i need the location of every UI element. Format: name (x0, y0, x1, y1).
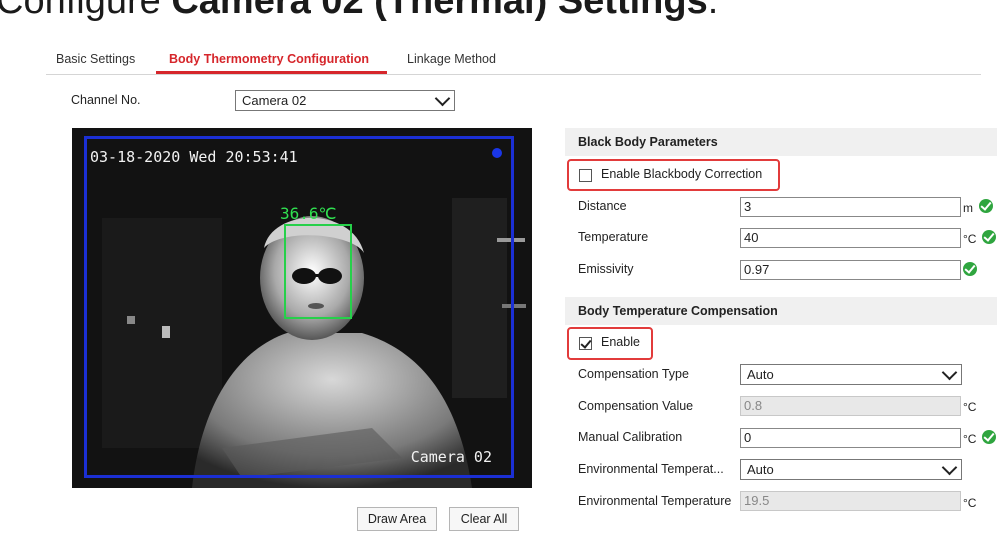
draw-area-button[interactable]: Draw Area (357, 507, 437, 531)
compensation-type-select[interactable]: Auto (740, 364, 962, 385)
temperature-label: Temperature (578, 230, 649, 244)
environmental-temperature-input[interactable]: 19.5 (740, 491, 961, 511)
page-heading: Configure Camera 02 (Thermal) Settings. (0, 0, 718, 23)
manual-calibration-valid-icon (982, 430, 996, 444)
channel-select[interactable]: Camera 02 (235, 90, 455, 111)
compensation-enable-label: Enable (601, 335, 640, 349)
clear-all-button[interactable]: Clear All (449, 507, 519, 531)
environmental-temperature-unit: °C (963, 496, 977, 510)
heading-camera-name: Camera 02 (Thermal) Settings (171, 0, 708, 22)
heading-prefix: Configure (0, 0, 172, 22)
face-temperature-label: 36.6℃ (280, 204, 337, 223)
heading-suffix: . (707, 0, 719, 22)
distance-label: Distance (578, 199, 627, 213)
tab-linkage-method[interactable]: Linkage Method (407, 52, 496, 66)
distance-valid-icon (979, 199, 993, 213)
compensation-type-label: Compensation Type (578, 367, 689, 381)
compensation-section-title: Body Temperature Compensation (578, 304, 778, 318)
tab-bar: Basic Settings Body Thermometry Configur… (46, 46, 981, 75)
compensation-section-header: Body Temperature Compensation (565, 297, 997, 325)
channel-select-value: Camera 02 (242, 93, 307, 108)
thermal-video-preview[interactable]: 03-18-2020 Wed 20:53:41 36.6℃ Camera 02 (72, 128, 532, 488)
blackbody-section-title: Black Body Parameters (578, 135, 718, 149)
chevron-down-icon (941, 364, 958, 381)
manual-calibration-input[interactable]: 0 (740, 428, 961, 448)
environmental-mode-value: Auto (747, 462, 774, 477)
tab-body-thermometry-configuration[interactable]: Body Thermometry Configuration (169, 52, 369, 66)
temperature-valid-icon (982, 230, 996, 244)
temperature-input[interactable]: 40 (740, 228, 961, 248)
face-detection-box (284, 224, 352, 319)
manual-calibration-label: Manual Calibration (578, 430, 683, 444)
video-camera-label: Camera 02 (410, 448, 492, 466)
active-tab-indicator (156, 71, 387, 74)
video-timestamp: 03-18-2020 Wed 20:53:41 (90, 148, 298, 166)
channel-label: Channel No. (71, 93, 141, 107)
compensation-enable-checkbox[interactable] (579, 337, 592, 350)
blackbody-section-header: Black Body Parameters (565, 128, 997, 156)
compensation-type-value: Auto (747, 367, 774, 382)
distance-unit: m (963, 201, 973, 215)
temperature-unit: °C (963, 232, 977, 246)
emissivity-input[interactable]: 0.97 (740, 260, 961, 280)
environmental-mode-select[interactable]: Auto (740, 459, 962, 480)
emissivity-valid-icon (963, 262, 977, 276)
blackbody-enable-label: Enable Blackbody Correction (601, 167, 763, 181)
recording-dot-icon (492, 148, 502, 158)
compensation-value-input[interactable]: 0.8 (740, 396, 961, 416)
emissivity-label: Emissivity (578, 262, 634, 276)
environmental-mode-label: Environmental Temperat... (578, 462, 724, 476)
tab-basic-settings[interactable]: Basic Settings (56, 52, 135, 66)
compensation-value-label: Compensation Value (578, 399, 694, 413)
distance-input[interactable]: 3 (740, 197, 961, 217)
manual-calibration-unit: °C (963, 432, 977, 446)
chevron-down-icon (941, 459, 958, 476)
blackbody-enable-checkbox[interactable] (579, 169, 592, 182)
chevron-down-icon (434, 90, 451, 107)
environmental-temperature-label: Environmental Temperature (578, 494, 732, 508)
compensation-value-unit: °C (963, 400, 977, 414)
